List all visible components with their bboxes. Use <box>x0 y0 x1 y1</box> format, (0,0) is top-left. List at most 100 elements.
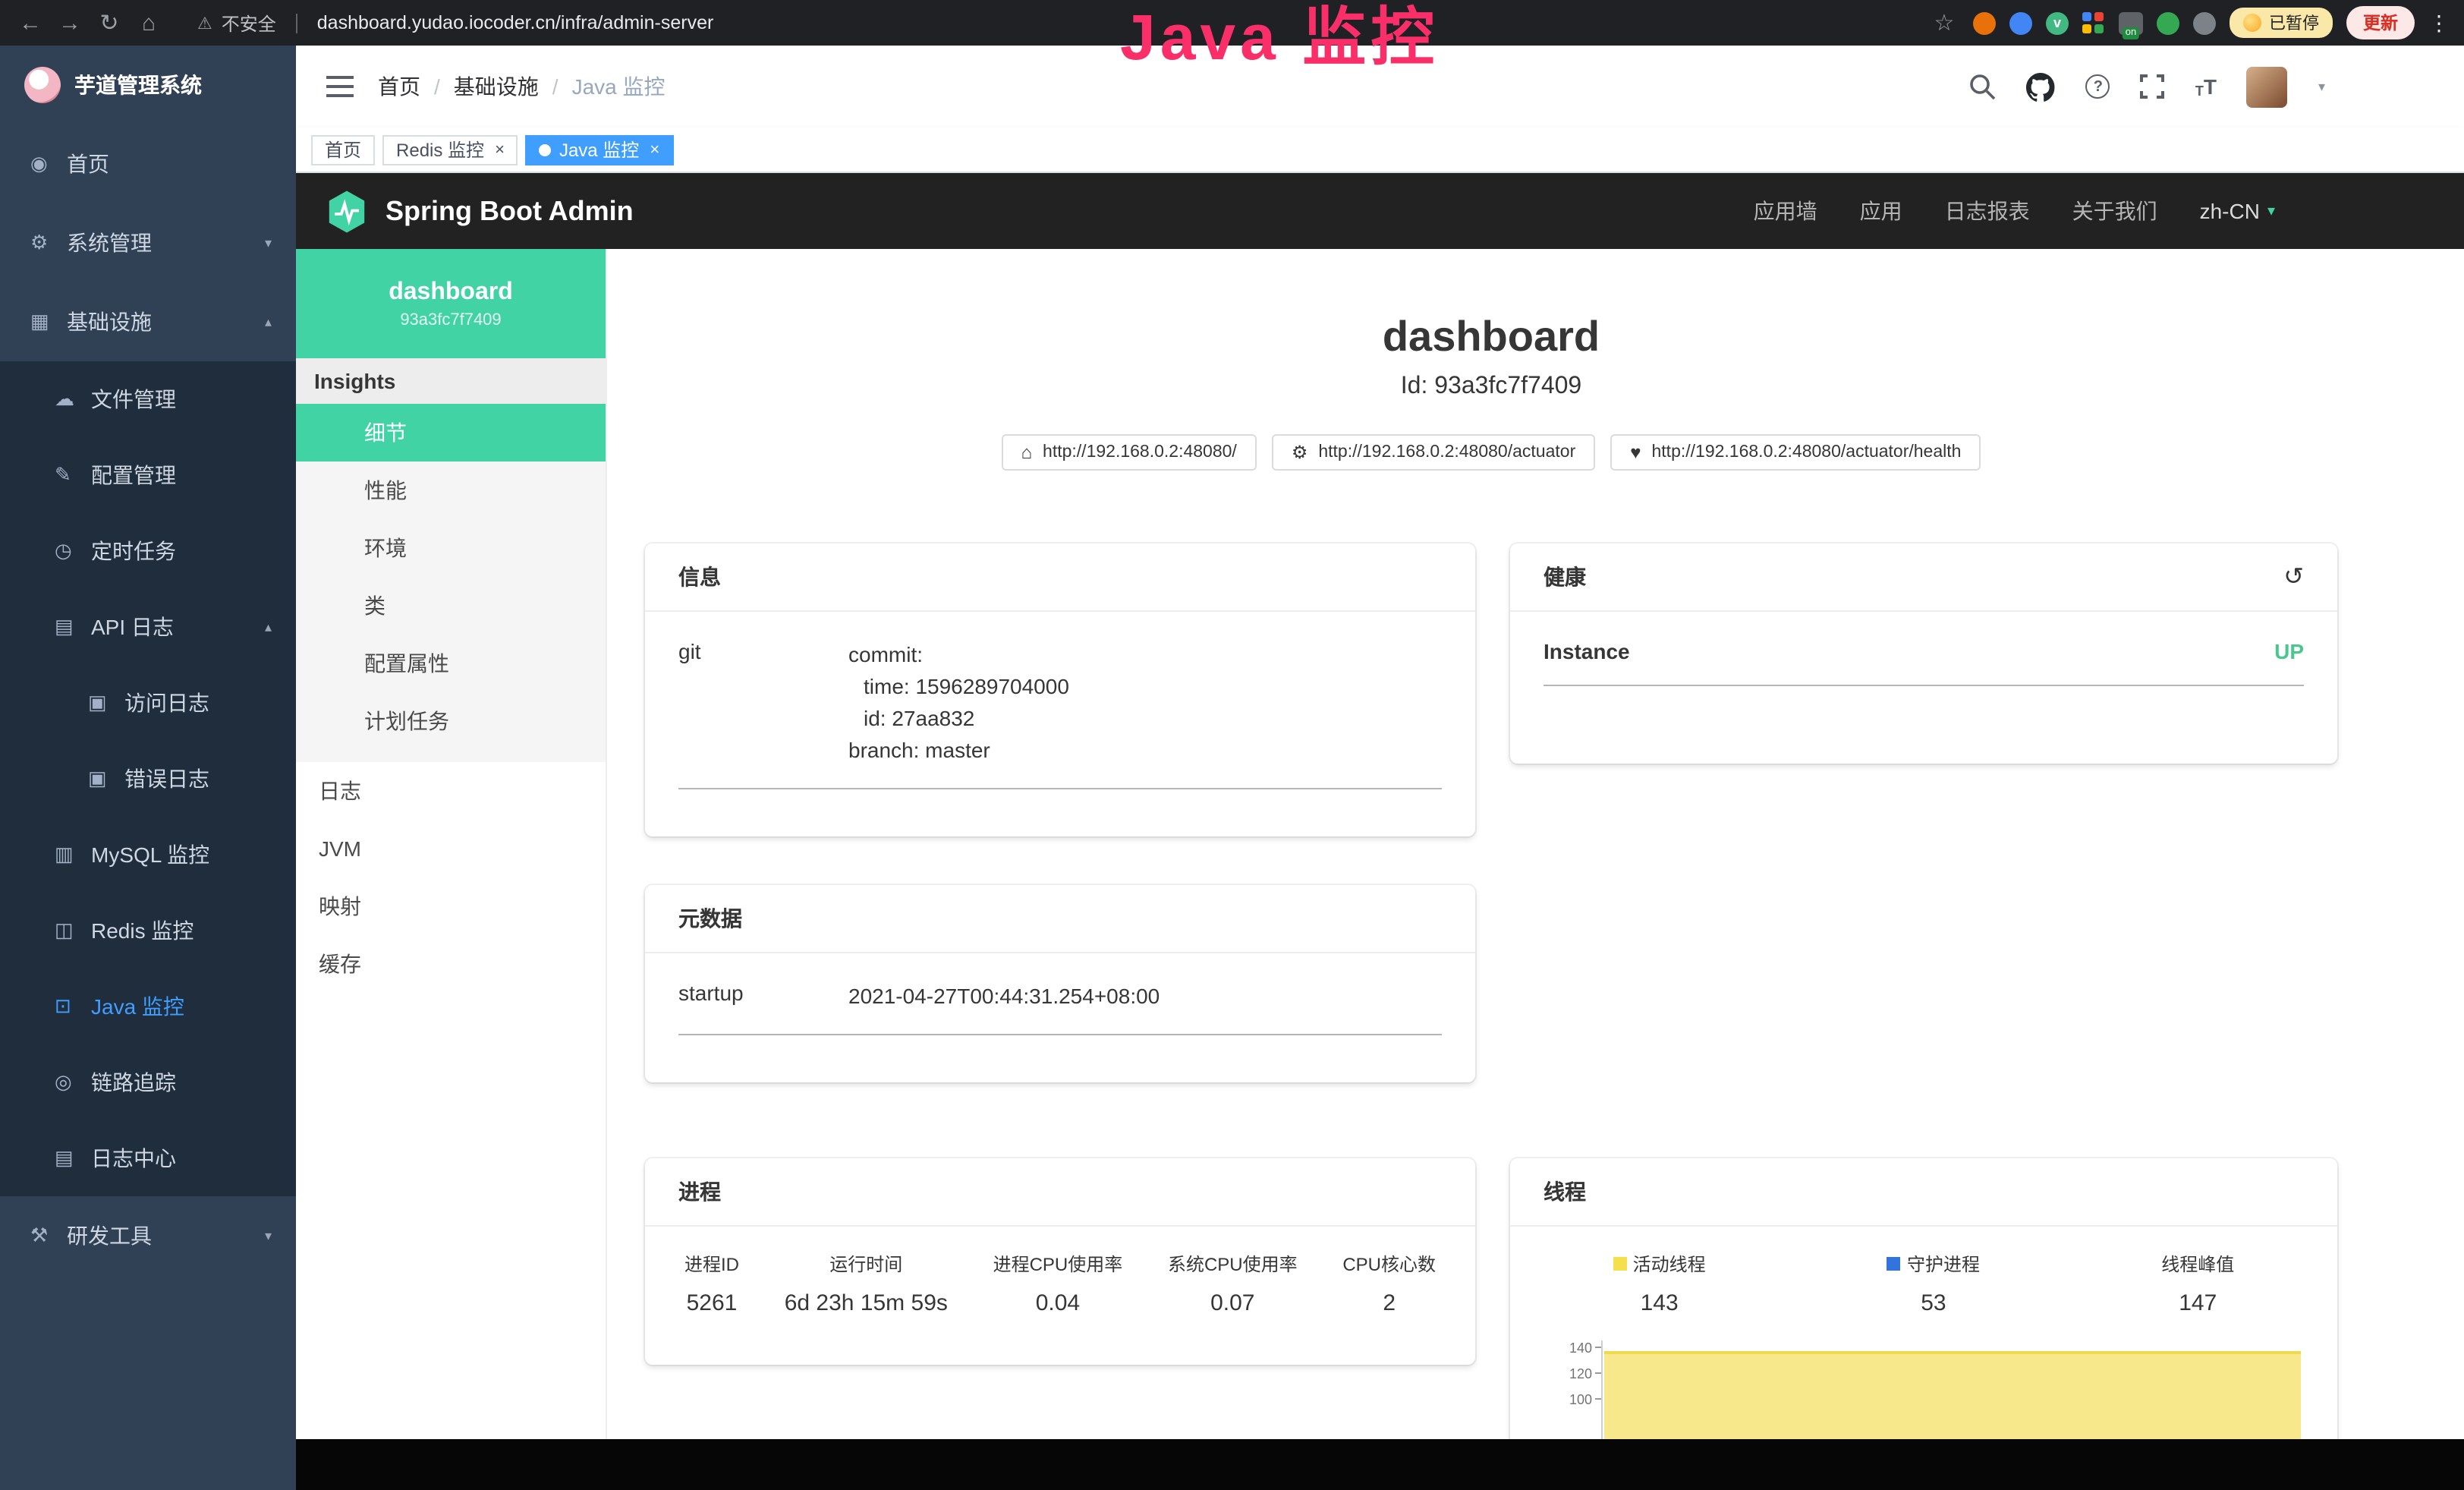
sidebar-item-access-logs[interactable]: ▣ 访问日志 <box>0 665 296 741</box>
sidebar-item-home[interactable]: ◉ 首页 <box>0 124 296 203</box>
close-icon[interactable]: × <box>495 140 505 159</box>
sidebar-item-java-monitor[interactable]: ⊡ Java 监控 <box>0 969 296 1044</box>
page-subtitle: Id: 93a3fc7f7409 <box>645 373 2337 401</box>
chrome-menu-icon[interactable]: ⋮ <box>2428 10 2450 36</box>
sba-menu-classes[interactable]: 类 <box>296 577 606 635</box>
sba-menu-performance[interactable]: 性能 <box>296 461 606 519</box>
instance-label: Instance <box>1544 639 2274 663</box>
sidebar-item-infrastructure[interactable]: ▦ 基础设施 ▴ <box>0 282 296 361</box>
sidebar-item-api-logs[interactable]: ▤ API 日志 ▴ <box>0 589 296 665</box>
sidebar-item-system-mgmt[interactable]: ⚙ 系统管理 ▾ <box>0 203 296 282</box>
sba-menu-scheduled-tasks[interactable]: 计划任务 <box>296 692 606 750</box>
sidebar-item-error-logs[interactable]: ▣ 错误日志 <box>0 741 296 817</box>
legend-square-yellow-icon <box>1613 1257 1627 1271</box>
instance-header[interactable]: dashboard 93a3fc7f7409 <box>296 249 606 358</box>
security-warning-icon[interactable]: ⚠ <box>197 13 212 33</box>
sba-nav-journal[interactable]: 日志报表 <box>1945 196 2030 226</box>
extensions-puzzle-icon[interactable] <box>2193 11 2216 34</box>
search-icon[interactable] <box>1969 73 1997 100</box>
close-icon[interactable]: × <box>650 140 659 159</box>
health-link[interactable]: ♥ http://192.168.0.2:48080/actuator/heal… <box>1610 434 1981 471</box>
sidebar-item-mysql-monitor[interactable]: ▥ MySQL 监控 <box>0 817 296 893</box>
extension-icon-on-badge[interactable]: on <box>2119 11 2143 34</box>
tab-redis-monitor[interactable]: Redis 监控 × <box>382 134 518 165</box>
info-card: 信息 git commit: time: 1596289704000 id: 2… <box>645 543 1475 836</box>
vue-devtools-icon[interactable]: v <box>2046 11 2069 34</box>
bookmark-star-icon[interactable]: ☆ <box>1929 9 1959 36</box>
forward-icon[interactable]: → <box>55 10 85 36</box>
metric-value: 0.07 <box>1168 1290 1298 1316</box>
breadcrumb-home[interactable]: 首页 <box>378 71 420 102</box>
avatar-caret-icon[interactable]: ▾ <box>2318 78 2325 95</box>
monitor-icon: ▦ <box>30 310 67 334</box>
sba-nav-about[interactable]: 关于我们 <box>2072 196 2157 226</box>
sidebar-item-dev-tools[interactable]: ⚒ 研发工具 ▾ <box>0 1196 296 1275</box>
locale-selector[interactable]: zh-CN ▾ <box>2200 199 2275 223</box>
locale-label: zh-CN <box>2200 199 2260 223</box>
fullscreen-icon[interactable] <box>2141 74 2165 99</box>
spring-boot-admin-logo-icon <box>326 189 367 233</box>
instance-home-link[interactable]: ⌂ http://192.168.0.2:48080/ <box>1002 434 1257 471</box>
threads-legend: 活动线程 143 守护进程 <box>1510 1227 2337 1316</box>
back-icon[interactable]: ← <box>15 10 46 36</box>
card-title: 信息 <box>678 562 721 592</box>
sba-menu-jvm[interactable]: JVM <box>296 820 606 877</box>
metric-value: 143 <box>1613 1290 1706 1316</box>
tab-home[interactable]: 首页 <box>311 134 375 165</box>
chrome-toolbar-right: ☆ v on 已暂停 更新 ⋮ <box>1929 6 2450 39</box>
cpu-cores-metric: CPU核心数 2 <box>1342 1251 1436 1316</box>
actuator-link[interactable]: ⚙ http://192.168.0.2:48080/actuator <box>1272 434 1595 471</box>
extension-icon-grid[interactable] <box>2082 11 2105 34</box>
sba-menu-logs[interactable]: 日志 <box>296 762 606 820</box>
breadcrumb-infrastructure[interactable]: 基础设施 <box>454 71 539 102</box>
sidebar-item-config-mgmt[interactable]: ✎ 配置管理 <box>0 437 296 513</box>
security-label[interactable]: 不安全 <box>222 10 276 36</box>
hamburger-menu-icon[interactable] <box>326 76 354 97</box>
sba-menu-config-props[interactable]: 配置属性 <box>296 635 606 692</box>
tab-java-monitor[interactable]: Java 监控 × <box>526 134 673 165</box>
chrome-update-button[interactable]: 更新 <box>2346 6 2415 39</box>
reload-icon[interactable]: ↻ <box>94 9 124 36</box>
user-avatar[interactable] <box>2247 66 2288 107</box>
sidebar-item-file-mgmt[interactable]: ☁ 文件管理 <box>0 361 296 437</box>
screen: ← → ↻ ⌂ ⚠ 不安全 dashboard.yudao.iocoder.cn… <box>0 0 2464 1490</box>
edit-icon: ✎ <box>55 463 91 487</box>
tab-label: 首页 <box>325 137 361 162</box>
insights-group: Insights 细节 性能 环境 类 配置属性 计划任务 <box>296 358 606 762</box>
row-key: git <box>678 639 848 767</box>
sidebar-item-label: 错误日志 <box>124 764 209 794</box>
bottom-letterbox <box>296 1439 2464 1490</box>
home-icon[interactable]: ⌂ <box>134 10 164 36</box>
sba-menu-mappings[interactable]: 映射 <box>296 877 606 935</box>
extension-icon-orange[interactable] <box>1973 11 1996 34</box>
card-title: 线程 <box>1544 1177 1586 1207</box>
history-icon[interactable]: ↺ <box>2283 562 2304 592</box>
extension-icon-green[interactable] <box>2157 11 2179 34</box>
sba-menu-environment[interactable]: 环境 <box>296 519 606 577</box>
link-url: http://192.168.0.2:48080/actuator/health <box>1652 443 1962 461</box>
app-title: 芋道管理系统 <box>74 70 202 100</box>
sidebar-item-label: Redis 监控 <box>91 915 194 946</box>
sidebar-item-trace[interactable]: ◎ 链路追踪 <box>0 1044 296 1120</box>
sidebar-item-label: 基础设施 <box>67 307 152 337</box>
address-bar-url[interactable]: dashboard.yudao.iocoder.cn/infra/admin-s… <box>317 12 714 33</box>
sidebar-item-log-center[interactable]: ▤ 日志中心 <box>0 1120 296 1196</box>
sba-brand-title[interactable]: Spring Boot Admin <box>385 195 634 227</box>
legend-label: 线程峰值 <box>2161 1251 2234 1277</box>
sba-menu-caches[interactable]: 缓存 <box>296 935 606 993</box>
sba-nav-wall[interactable]: 应用墙 <box>1754 196 1817 226</box>
instance-health-row: Instance UP <box>1544 612 2304 686</box>
instance-links: ⌂ http://192.168.0.2:48080/ ⚙ http://192… <box>645 434 2337 471</box>
breadcrumb-separator: / <box>434 74 440 99</box>
sidebar-item-scheduled-jobs[interactable]: ◷ 定时任务 <box>0 513 296 589</box>
help-icon[interactable]: ? <box>2086 74 2110 99</box>
github-icon[interactable] <box>2027 72 2056 101</box>
sba-menu-details[interactable]: 细节 <box>296 404 606 461</box>
sba-nav-applications[interactable]: 应用 <box>1860 196 1902 226</box>
sidebar-item-redis-monitor[interactable]: ◫ Redis 监控 <box>0 893 296 969</box>
database-icon: ◫ <box>55 918 91 943</box>
font-size-icon[interactable]: TT <box>2195 74 2217 99</box>
profile-paused-badge[interactable]: 已暂停 <box>2230 8 2333 38</box>
link-url: http://192.168.0.2:48080/actuator <box>1318 443 1575 461</box>
extension-icon-blue[interactable] <box>2009 11 2032 34</box>
